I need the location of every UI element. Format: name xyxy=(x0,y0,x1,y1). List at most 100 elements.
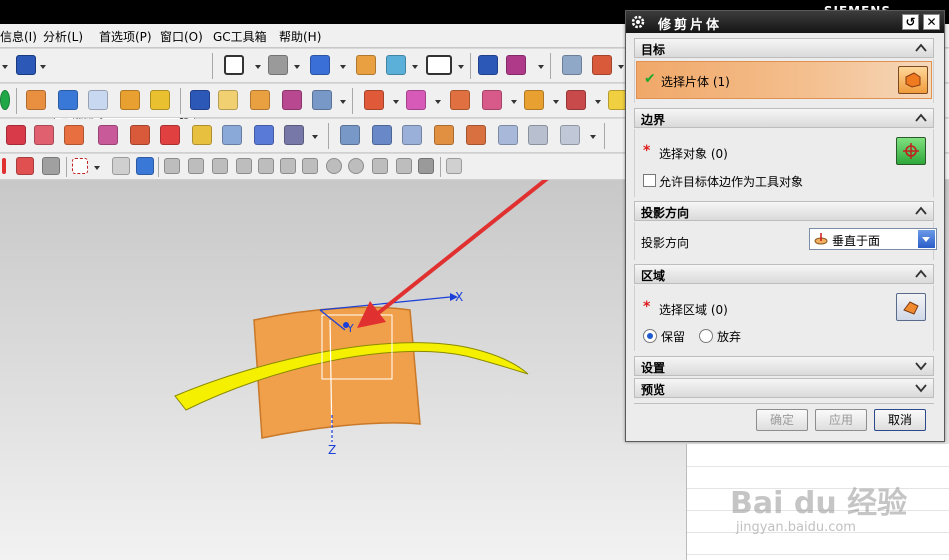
curve-surface-icon[interactable] xyxy=(218,90,238,110)
trim-sheet-icon[interactable] xyxy=(566,90,586,110)
ok-button[interactable]: 确定 xyxy=(756,409,808,431)
menu-gc-toolbox[interactable]: GC工具箱 xyxy=(213,28,267,45)
info-icon[interactable] xyxy=(16,55,36,75)
grid-icon[interactable] xyxy=(446,158,462,174)
menu-analysis[interactable]: 分析(L) xyxy=(43,28,83,45)
sphere-icon[interactable] xyxy=(0,90,10,110)
dropdown-arrow-icon[interactable] xyxy=(618,65,624,69)
snap-existing-point-icon[interactable] xyxy=(302,158,318,174)
trim-body-icon[interactable] xyxy=(250,90,270,110)
snap-face-icon[interactable] xyxy=(418,158,434,174)
subtract-icon[interactable] xyxy=(450,90,470,110)
through-curves-icon[interactable] xyxy=(340,125,360,145)
dropdown-arrow-icon[interactable] xyxy=(458,65,464,69)
allow-target-edge-checkbox[interactable] xyxy=(643,174,656,187)
snap-point-icon[interactable] xyxy=(16,157,34,175)
snap-endpoint-icon[interactable] xyxy=(164,158,180,174)
apply-button[interactable]: 应用 xyxy=(815,409,867,431)
snap-arc-center-icon[interactable] xyxy=(258,158,274,174)
move-object-icon[interactable] xyxy=(478,55,498,75)
split-body-icon[interactable] xyxy=(524,90,544,110)
dropdown-arrow-icon[interactable] xyxy=(340,65,346,69)
snap-quadrant-icon[interactable] xyxy=(280,158,296,174)
expand-icon[interactable] xyxy=(914,382,928,394)
dropdown-arrow-icon[interactable] xyxy=(40,65,46,69)
menu-help[interactable]: 帮助(H) xyxy=(279,28,321,45)
dropdown-arrow-icon[interactable] xyxy=(538,65,544,69)
collapse-icon[interactable] xyxy=(914,268,928,280)
text-curve-icon[interactable] xyxy=(192,125,212,145)
mesh-surface-icon[interactable] xyxy=(254,125,274,145)
rectangle-select-icon[interactable] xyxy=(72,158,88,174)
select-body-icon[interactable] xyxy=(136,157,154,175)
draft-icon[interactable] xyxy=(312,90,332,110)
gear-icon[interactable] xyxy=(630,14,646,30)
section-region-header[interactable]: 区域 xyxy=(634,264,934,284)
snap-line-icon[interactable] xyxy=(396,158,412,174)
expand-icon[interactable] xyxy=(914,360,928,372)
curve-on-surface-icon[interactable] xyxy=(64,125,84,145)
snap-intersection-icon[interactable] xyxy=(236,158,252,174)
select-region-button[interactable] xyxy=(896,293,926,321)
dropdown-arrow-icon[interactable] xyxy=(595,100,601,104)
wcs-icon[interactable] xyxy=(592,55,612,75)
collapse-icon[interactable] xyxy=(914,42,928,54)
tube-icon[interactable] xyxy=(528,125,548,145)
ruled-icon[interactable] xyxy=(498,125,518,145)
block-icon[interactable] xyxy=(26,90,46,110)
menu-window[interactable]: 窗口(O) xyxy=(160,28,203,45)
studio-spline-icon[interactable] xyxy=(6,125,26,145)
snap-center-icon[interactable] xyxy=(348,158,364,174)
helix-icon[interactable] xyxy=(130,125,150,145)
select-sheet-button[interactable] xyxy=(898,66,928,94)
section-preview-header[interactable]: 预览 xyxy=(634,378,934,398)
point-set-icon[interactable] xyxy=(284,125,304,145)
solid-block-icon[interactable] xyxy=(190,90,210,110)
dropdown-arrow-icon[interactable] xyxy=(553,100,559,104)
collapse-icon[interactable] xyxy=(914,205,928,217)
dropdown-arrow-icon[interactable] xyxy=(511,100,517,104)
projection-direction-select[interactable]: 垂直于面 xyxy=(809,228,937,250)
section-surface-icon[interactable] xyxy=(434,125,454,145)
select-filter-icon[interactable] xyxy=(42,157,60,175)
menu-preferences[interactable]: 首选项(P) xyxy=(99,28,152,45)
law-curve-icon[interactable] xyxy=(160,125,180,145)
fit-view-icon[interactable] xyxy=(224,55,244,75)
snap-midpoint-icon[interactable] xyxy=(188,158,204,174)
snap-control-point-icon[interactable] xyxy=(212,158,228,174)
collapse-icon[interactable] xyxy=(914,112,928,124)
transform-icon[interactable] xyxy=(506,55,526,75)
dropdown-arrow-icon[interactable] xyxy=(294,65,300,69)
select-face-icon[interactable] xyxy=(112,157,130,175)
background-color-icon[interactable] xyxy=(426,55,452,75)
render-style-icon[interactable] xyxy=(268,55,288,75)
dialog-titlebar[interactable]: 修剪片体 ↺ ✕ xyxy=(626,11,944,33)
select-sheet-row[interactable]: ✔ 选择片体 (1) xyxy=(636,61,932,99)
unite-icon[interactable] xyxy=(364,90,384,110)
section-projection-header[interactable]: 投影方向 xyxy=(634,201,934,221)
thicken-icon[interactable] xyxy=(150,90,170,110)
dropdown-arrow-icon[interactable] xyxy=(340,100,346,104)
snap-plus-icon[interactable] xyxy=(372,158,388,174)
select-object-label[interactable]: 选择对象 (0) xyxy=(659,145,728,162)
dropdown-arrow-icon[interactable] xyxy=(2,65,8,69)
section-boundary-header[interactable]: 边界 xyxy=(634,108,934,128)
swept-icon[interactable] xyxy=(402,125,422,145)
offset-face-icon[interactable] xyxy=(282,90,302,110)
snap-circle-icon[interactable] xyxy=(326,158,342,174)
cancel-button[interactable]: 取消 xyxy=(874,409,926,431)
dropdown-arrow-icon[interactable] xyxy=(918,230,935,248)
section-settings-header[interactable]: 设置 xyxy=(634,356,934,376)
dropdown-arrow-icon[interactable] xyxy=(255,65,261,69)
reset-icon[interactable]: ↺ xyxy=(902,14,919,30)
discard-radio[interactable] xyxy=(699,329,713,343)
keep-radio[interactable] xyxy=(643,329,657,343)
select-region-label[interactable]: 选择区域 (0) xyxy=(659,301,728,318)
offset-curve-icon[interactable] xyxy=(222,125,242,145)
dropdown-arrow-icon[interactable] xyxy=(312,135,318,139)
menu-info[interactable]: 信息(I) xyxy=(0,28,37,45)
intersect-icon[interactable] xyxy=(482,90,502,110)
n-sided-icon[interactable] xyxy=(466,125,486,145)
section-view-icon[interactable] xyxy=(356,55,376,75)
sheet-icon[interactable] xyxy=(88,90,108,110)
